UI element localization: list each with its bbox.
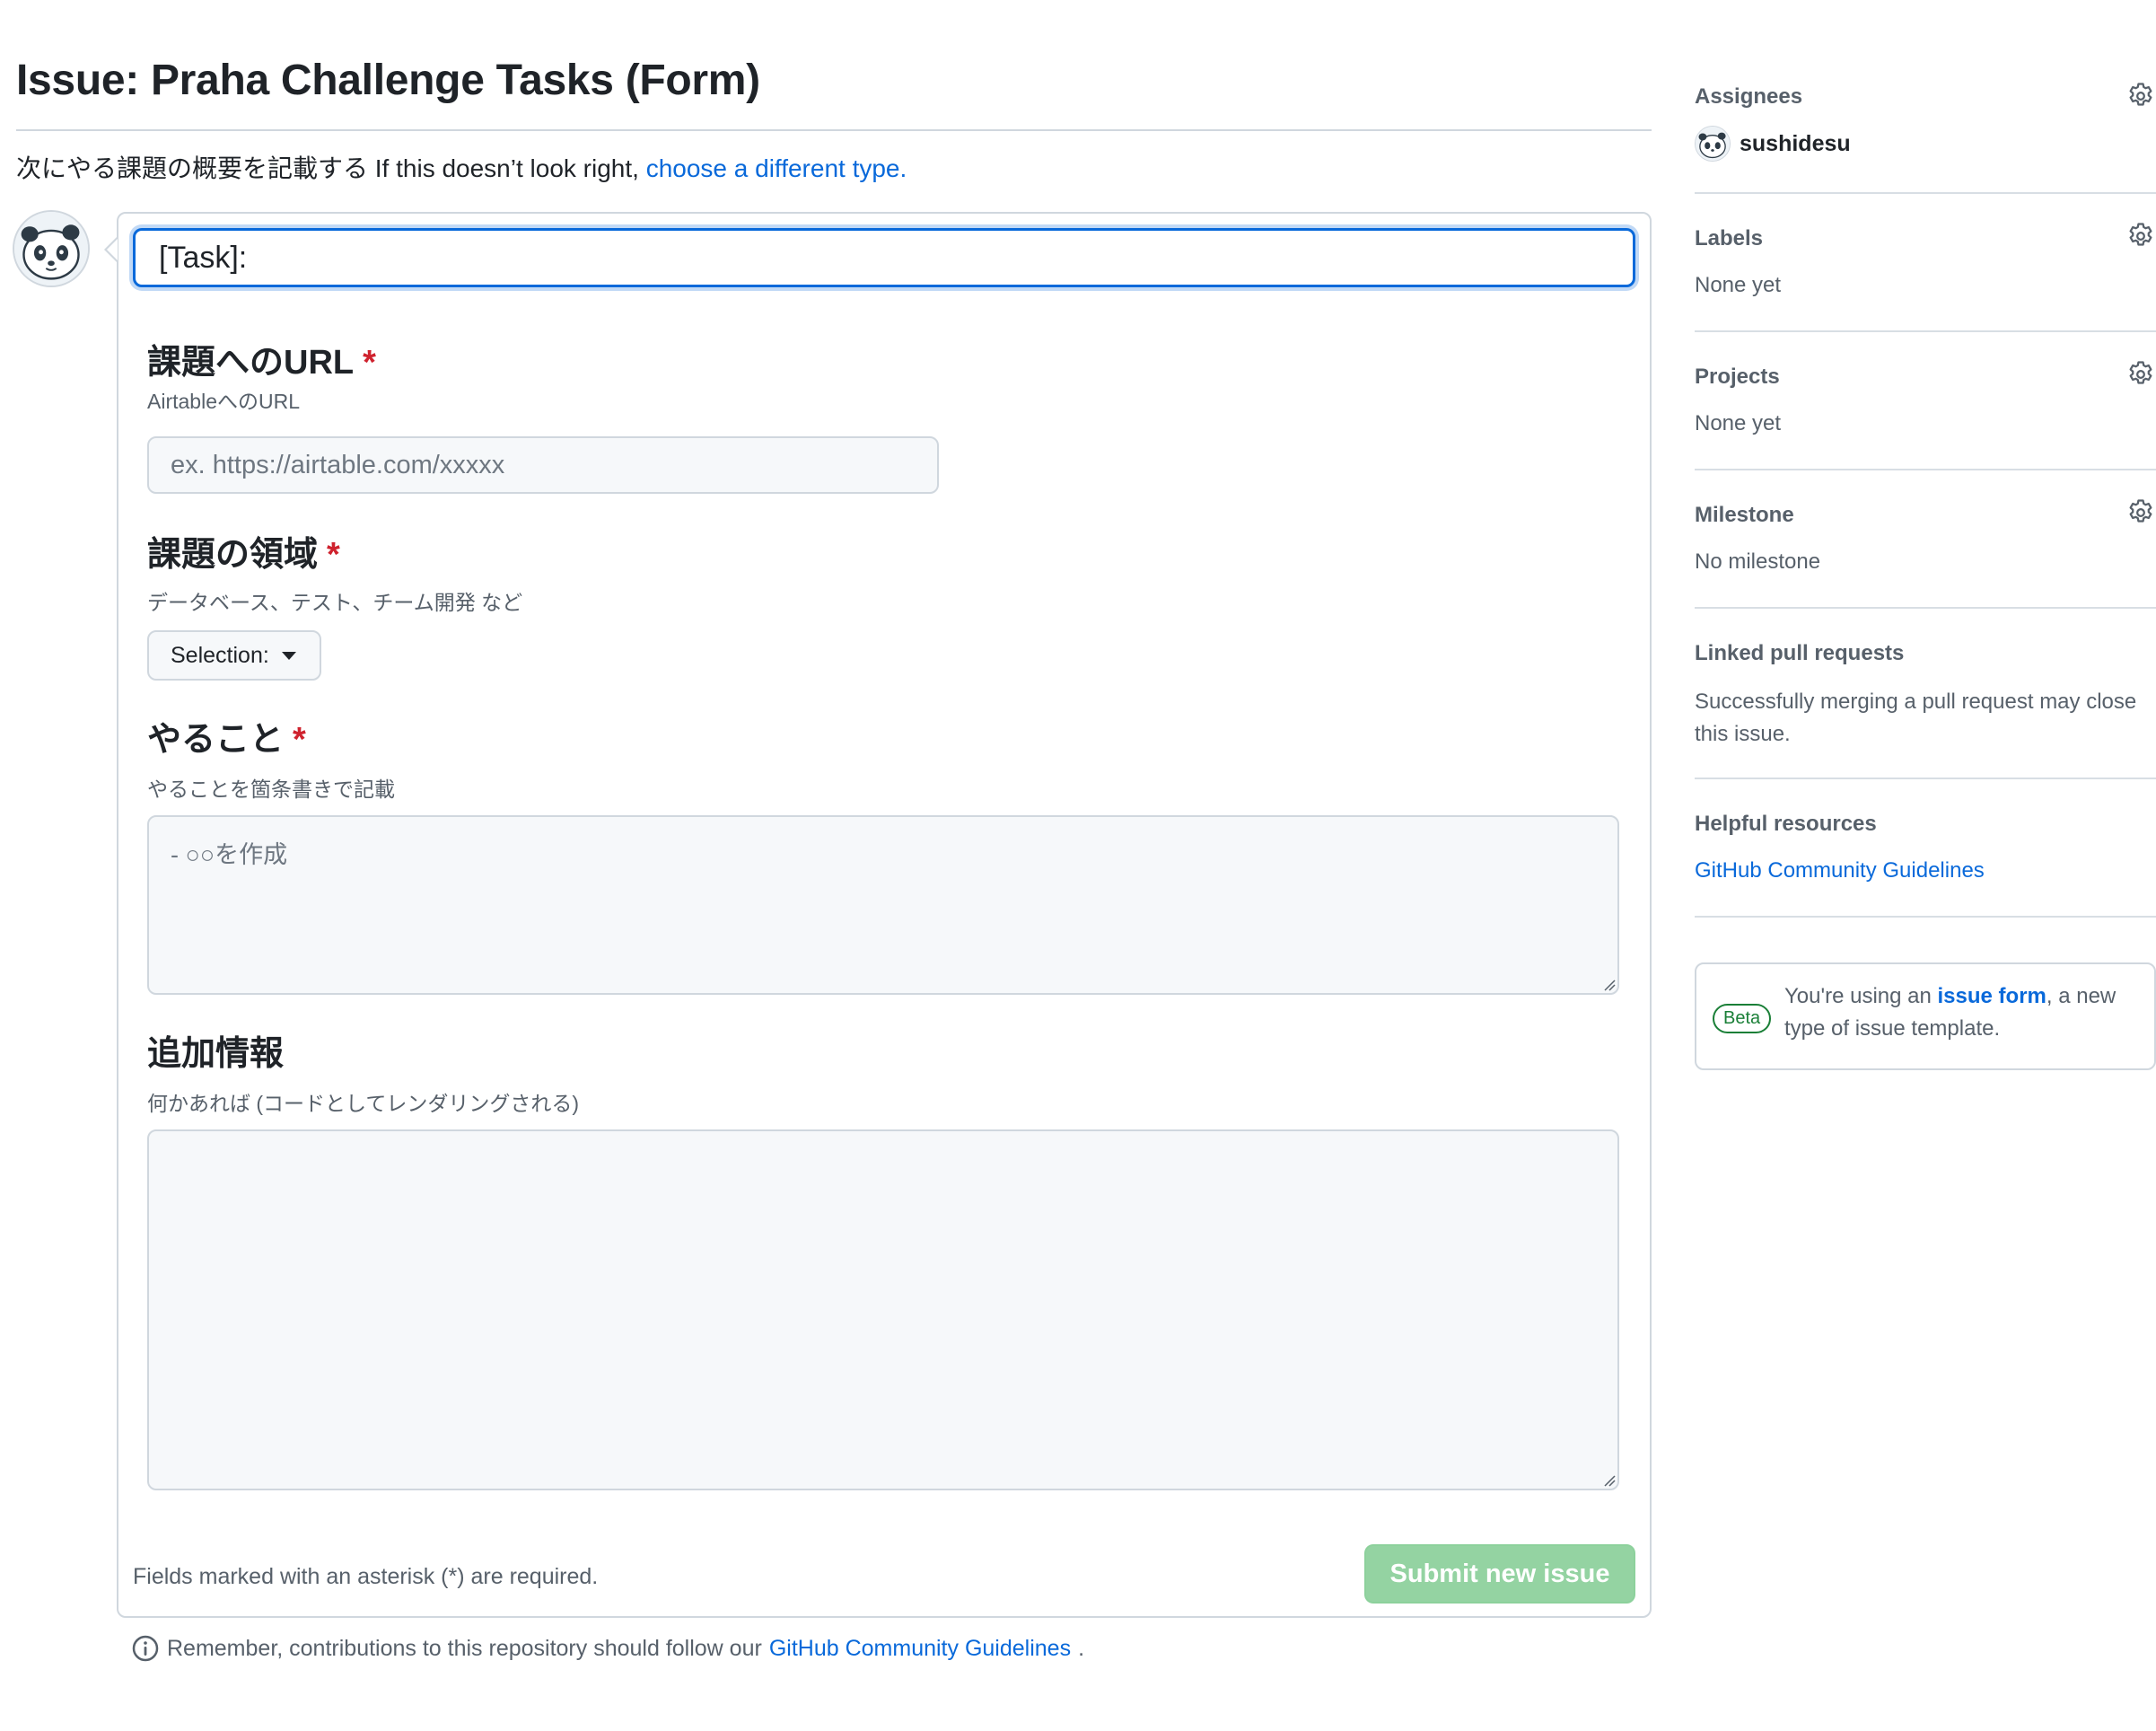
- url-field-label-text: 課題へのURL: [147, 344, 355, 382]
- assignee-avatar: [1695, 126, 1731, 162]
- labels-value: None yet: [1695, 273, 1782, 297]
- helpful-resources-heading: Helpful resources: [1695, 812, 1877, 836]
- sidebar-divider: [1695, 192, 2156, 194]
- comment-caret-inner: [107, 239, 118, 260]
- select-label: Selection:: [171, 642, 269, 668]
- sidebar-divider: [1695, 778, 2156, 779]
- linked-prs-description: Successfully merging a pull request may …: [1695, 690, 2137, 746]
- issue-title-input[interactable]: [133, 228, 1635, 287]
- area-select-dropdown[interactable]: Selection:: [147, 630, 321, 681]
- sidebar-divider: [1695, 916, 2156, 918]
- milestone-heading[interactable]: Milestone: [1695, 503, 1794, 528]
- beta-badge: Beta: [1713, 1004, 1772, 1033]
- resize-grip-icon[interactable]: [1603, 979, 1616, 991]
- extra-info-textarea[interactable]: [147, 1129, 1619, 1490]
- sidebar-community-guidelines-link[interactable]: GitHub Community Guidelines: [1695, 858, 1985, 883]
- panda-avatar-icon: [1696, 127, 1730, 161]
- todo-field-label-text: やること: [147, 721, 285, 759]
- assignees-gear-icon[interactable]: [2125, 81, 2156, 111]
- contribution-reminder: Remember, contributions to this reposito…: [131, 1634, 1084, 1663]
- projects-gear-icon[interactable]: [2125, 359, 2156, 390]
- beta-text-before: You're using an: [1784, 984, 1932, 1008]
- reminder-suffix: .: [1078, 1635, 1085, 1661]
- community-guidelines-link[interactable]: GitHub Community Guidelines: [769, 1636, 1071, 1662]
- caret-down-icon: [281, 651, 296, 660]
- issue-form-link[interactable]: issue form: [1938, 984, 2046, 1008]
- assignee-item[interactable]: sushidesu: [1695, 126, 1851, 162]
- intro-description: 次にやる課題の概要を記載する If this doesn’t look righ…: [16, 154, 639, 182]
- url-input[interactable]: [147, 436, 939, 494]
- assignee-username[interactable]: sushidesu: [1740, 131, 1851, 157]
- todo-textarea[interactable]: [147, 815, 1619, 995]
- extra-info-field-description: 何かあれば (コードとしてレンダリングされる): [147, 1092, 580, 1115]
- url-field-description: AirtableへのURL: [147, 390, 300, 413]
- milestone-value: No milestone: [1695, 549, 1821, 574]
- projects-heading[interactable]: Projects: [1695, 365, 1780, 390]
- linked-prs-heading: Linked pull requests: [1695, 641, 1905, 665]
- labels-gear-icon[interactable]: [2125, 221, 2156, 251]
- choose-different-type-link[interactable]: choose a different type.: [646, 154, 907, 182]
- url-field-label: 課題へのURL *: [147, 334, 376, 383]
- author-avatar[interactable]: [13, 210, 90, 287]
- panda-avatar-icon: [14, 212, 88, 286]
- area-field-label: 課題の領域 *: [147, 526, 340, 576]
- milestone-gear-icon[interactable]: [2125, 497, 2156, 528]
- required-fields-note: Fields marked with an asterisk (*) are r…: [133, 1564, 599, 1589]
- page-title: Issue: Praha Challenge Tasks (Form): [16, 57, 760, 104]
- title-divider: [16, 129, 1652, 131]
- submit-new-issue-button[interactable]: Submit new issue: [1364, 1544, 1635, 1604]
- assignees-heading[interactable]: Assignees: [1695, 84, 1802, 110]
- intro-text: 次にやる課題の概要を記載する If this doesn’t look righ…: [16, 149, 907, 185]
- required-asterisk: *: [363, 344, 376, 382]
- todo-field-description: やることを箇条書きで記載: [147, 778, 395, 801]
- resize-grip-icon[interactable]: [1603, 1474, 1616, 1487]
- required-asterisk: *: [293, 721, 306, 759]
- projects-value: None yet: [1695, 411, 1782, 435]
- area-field-label-text: 課題の領域: [147, 536, 319, 574]
- extra-info-field-label: 追加情報: [147, 1025, 284, 1075]
- sidebar-divider: [1695, 607, 2156, 609]
- labels-heading[interactable]: Labels: [1695, 226, 1763, 251]
- issue-form-beta-notice: Beta You're using an issue form, a new t…: [1695, 962, 2156, 1070]
- sidebar-divider: [1695, 469, 2156, 470]
- reminder-text: Remember, contributions to this reposito…: [167, 1635, 762, 1661]
- required-asterisk: *: [327, 536, 340, 574]
- area-field-description: データベース、テスト、チーム開発 など: [147, 591, 523, 614]
- info-icon: [132, 1635, 159, 1662]
- extra-info-field-label-text: 追加情報: [147, 1035, 285, 1073]
- todo-field-label: やること *: [147, 711, 306, 760]
- sidebar-divider: [1695, 330, 2156, 332]
- beta-notice-text: You're using an issue form, a new type o…: [1784, 980, 2143, 1045]
